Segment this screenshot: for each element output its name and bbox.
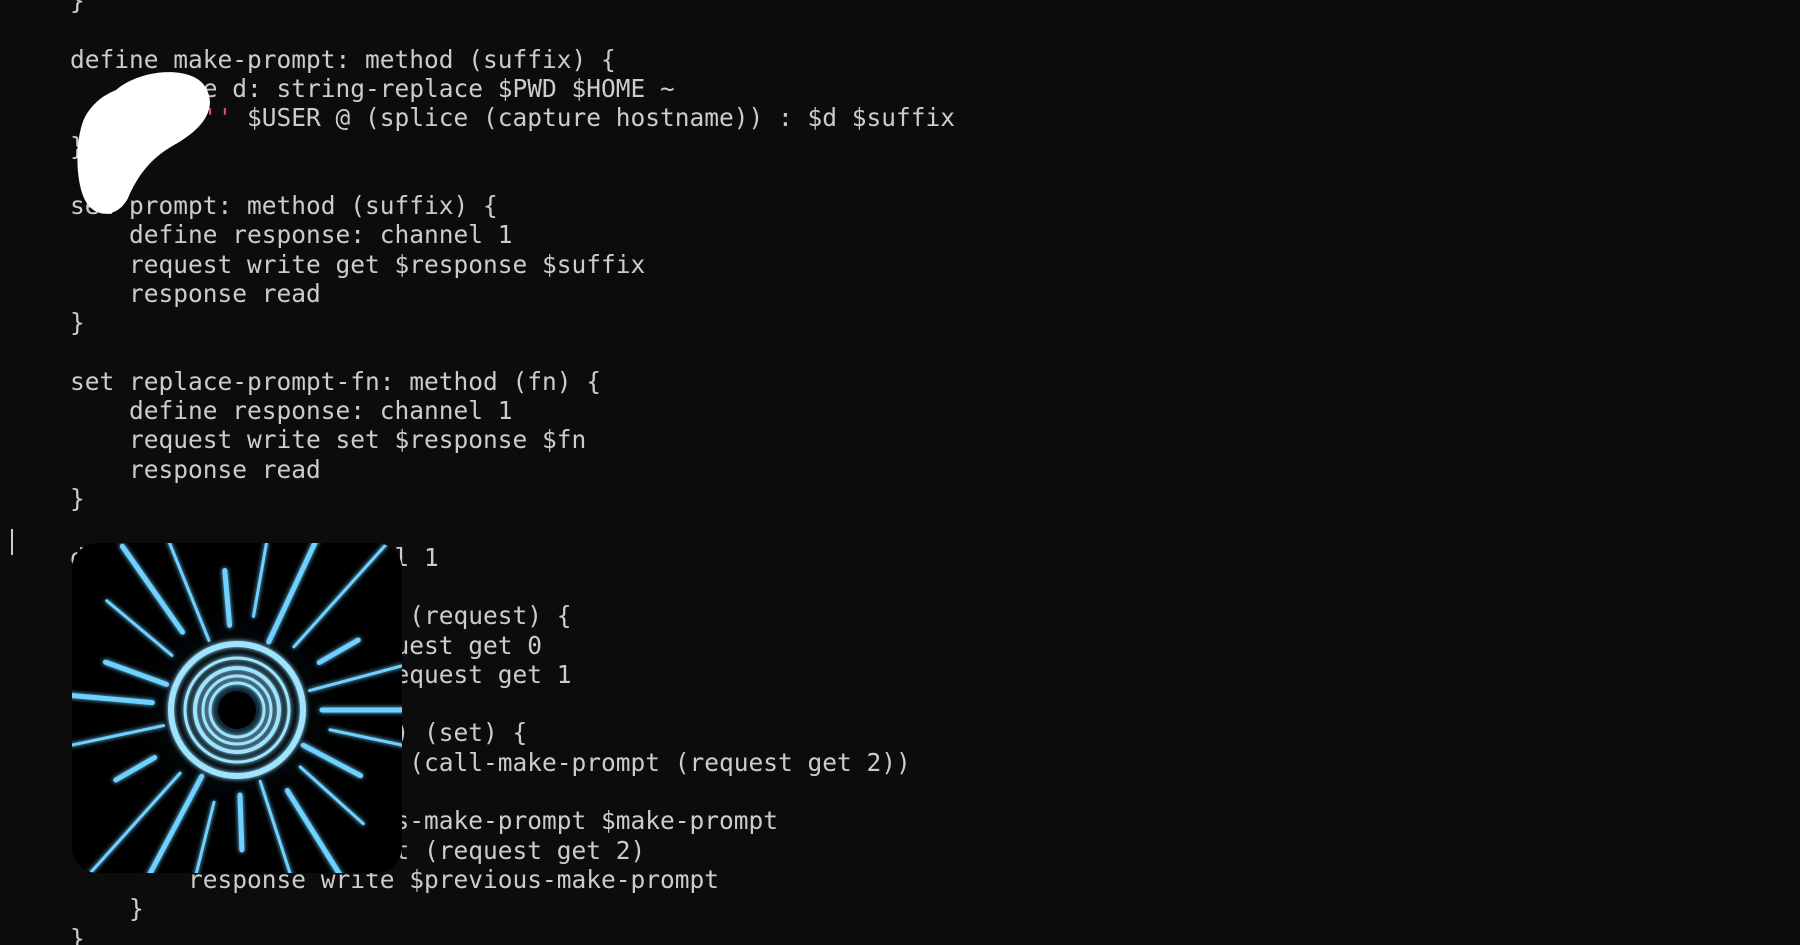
tunnel-image — [72, 543, 402, 873]
code-line: request write get $response $suffix — [70, 250, 955, 279]
code-text: } — [70, 308, 85, 338]
code-line: } — [70, 308, 955, 337]
code-line: response read — [70, 279, 955, 308]
text-cursor — [11, 529, 13, 555]
code-line: set replace-prompt-fn: method (fn) { — [70, 367, 955, 396]
code-line: } — [70, 894, 955, 923]
code-text: set replace-prompt-fn: method (fn) { — [70, 366, 602, 396]
terminal-window[interactable]: } define make-prompt: method (suffix) { d… — [0, 0, 1800, 945]
code-text: response read — [70, 278, 321, 308]
code-text: } — [70, 923, 85, 945]
code-line: define response: channel 1 — [70, 220, 955, 249]
code-text-rest: $USER @ (splice (capture hostname)) : $d… — [232, 103, 956, 133]
white-blob-icon — [77, 72, 210, 214]
code-line: } — [70, 484, 955, 513]
code-line: } — [70, 0, 955, 15]
code-text: request write set $response $fn — [70, 425, 587, 455]
code-text: request write get $response $suffix — [70, 249, 646, 279]
code-line: } — [70, 924, 955, 945]
code-text: define response: channel 1 — [70, 396, 513, 426]
tunnel-graphic — [72, 543, 402, 873]
light-ray — [237, 792, 245, 853]
code-text: } — [70, 894, 144, 924]
code-text: } — [70, 484, 85, 514]
code-text: response read — [70, 454, 321, 484]
code-text: define response: channel 1 — [70, 220, 513, 250]
code-text: } — [70, 0, 85, 15]
code-line: response read — [70, 455, 955, 484]
code-line: request write set $response $fn — [70, 425, 955, 454]
code-line: define response: channel 1 — [70, 396, 955, 425]
